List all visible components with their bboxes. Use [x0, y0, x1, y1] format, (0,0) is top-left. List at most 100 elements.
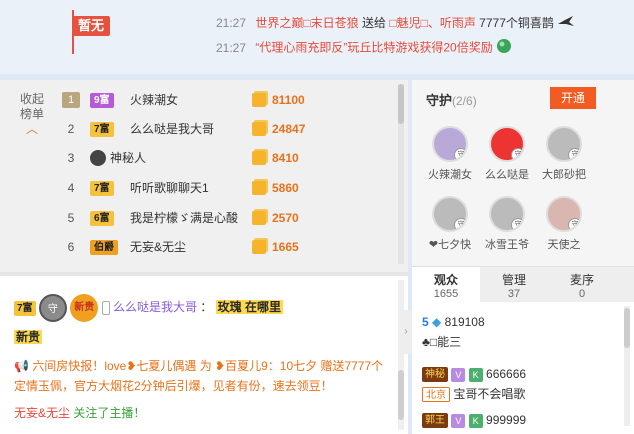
guard-member[interactable]: 守 天使之: [536, 186, 592, 252]
guard-member-name: 大郎砂把: [542, 169, 586, 181]
rank-row[interactable]: 1 9富 火辣潮女 81100: [62, 88, 392, 112]
coin-icon: [252, 151, 266, 165]
k-badge-icon: K: [468, 367, 483, 382]
guard-member[interactable]: 守 ❤七夕快: [422, 186, 478, 252]
chat-user-name[interactable]: 么么哒是我大哥: [113, 300, 197, 314]
rank-score: 8410: [272, 151, 299, 165]
phone-icon: [101, 301, 110, 315]
rank-user-name[interactable]: 听听歌聊聊天1: [130, 176, 209, 200]
chevron-right-icon[interactable]: ›: [400, 310, 412, 354]
guard-title-label: 守护: [426, 93, 453, 108]
audience-row[interactable]: 5 ◆ 819108: [422, 312, 485, 332]
guard-member-name: ❤七夕快: [428, 239, 472, 251]
right-panel: 守护(2/6) 开通 守 火辣潮女 守 么么哒是 守 大郎砂把 守 ❤七夕快 守…: [412, 80, 634, 434]
rank-row[interactable]: 4 7富 听听歌聊聊天1 5860: [62, 176, 392, 200]
receiver-name[interactable]: □魅児□、听雨声: [389, 16, 476, 30]
game-broadcast-text[interactable]: “代理心雨充即反”玩丘比特游戏获得20倍奖励: [255, 41, 492, 55]
rank-number: 2: [67, 122, 75, 136]
wealth-badge: 6富: [90, 211, 114, 226]
rank-row[interactable]: 3 神秘人 8410: [62, 146, 392, 170]
guard-member[interactable]: 守 么么哒是: [479, 116, 535, 182]
audience-row[interactable]: 神秘 V K 666666: [422, 364, 526, 384]
avatar: 守: [546, 196, 582, 232]
tab-count: 37: [507, 288, 521, 300]
noble-badge: 神秘: [422, 367, 448, 383]
rank-score: 81100: [272, 93, 305, 107]
audience-tabs: 观众 1655 管理 37 麦序 0: [412, 266, 634, 303]
rank-score: 2570: [272, 211, 299, 225]
avatar: 守: [432, 196, 468, 232]
rank-row[interactable]: 2 7富 么么哒是我大哥 24847: [62, 117, 392, 141]
tab-count: 0: [578, 288, 586, 300]
left-panel: 收起 榜单 ︿ 1 9富 火辣潮女 81100 2 7富 么么哒是我大哥 248…: [0, 80, 408, 434]
guard-title: 守护(2/6): [426, 90, 477, 109]
rank-user-name[interactable]: 我是柠檬ゞ满是心酸: [130, 206, 238, 230]
guard-member[interactable]: 守 火辣潮女: [422, 116, 478, 182]
rank-row[interactable]: 5 6富 我是柠檬ゞ满是心酸 2570: [62, 206, 392, 230]
tab-count: 1655: [433, 288, 459, 300]
chat-message: 7富 守 新贵 么么哒是我大哥 ： 玫瑰 在哪里 新贵: [14, 294, 394, 345]
audience-row[interactable]: 北京 宝哥不会唱歌: [422, 384, 525, 404]
tab-label: 管理: [501, 273, 526, 287]
audience-name: 宝哥不会唱歌: [453, 387, 526, 401]
audience-name: ♣□能三: [422, 335, 462, 349]
mystery-user-icon: [90, 150, 106, 166]
sender-name[interactable]: 世界之巅□末日苍狼: [255, 16, 358, 30]
guard-member-name: 火辣潮女: [428, 169, 472, 181]
collapse-label-2: 榜单: [19, 107, 44, 121]
gift-broadcast-banner: 暂无 21:27 世界之巅□末日苍狼 送给 □魅児□、听雨声 7777个铜喜鹊 …: [0, 0, 634, 74]
rank-score: 5860: [272, 181, 299, 195]
system-notice: 📢 六间房快报！love❥七夏儿偶遇 为 ❥百夏儿9：10七夕 赠送7777个定…: [14, 356, 394, 396]
audience-scrollbar[interactable]: [624, 306, 630, 426]
coin-icon: [252, 181, 266, 195]
rank-user-name[interactable]: 神秘人: [110, 146, 146, 170]
rank-row[interactable]: 6 伯爵 无妄&无尘 1665: [62, 235, 392, 259]
chat-user-name[interactable]: 无妄&无尘: [14, 406, 70, 420]
megaphone-icon: 📢: [14, 359, 29, 373]
guard-shield-icon: 守: [454, 148, 466, 160]
noble-badge: 郭王: [422, 413, 448, 429]
avatar: 守: [546, 126, 582, 162]
audience-name: 666666: [486, 367, 527, 381]
wealth-badge: 9富: [90, 93, 114, 108]
rank-number: 6: [67, 240, 75, 254]
flag-badge: 暂无: [72, 16, 111, 36]
coin-icon: [252, 122, 266, 136]
timestamp: 21:27: [216, 16, 247, 30]
audience-row[interactable]: 郭王 V K 999999: [422, 410, 526, 430]
scroll-thumb[interactable]: [398, 84, 404, 124]
rank-user-name[interactable]: 么么哒是我大哥: [130, 117, 214, 141]
tab-mic-queue[interactable]: 麦序 0: [548, 267, 616, 303]
guard-member[interactable]: 守 大郎砂把: [536, 116, 592, 182]
audience-row[interactable]: ♣□能三: [422, 332, 461, 352]
audience-name: 999999: [486, 413, 527, 427]
wealth-badge: 7富: [90, 122, 114, 137]
scroll-thumb[interactable]: [398, 370, 404, 420]
noble-badge: 伯爵: [90, 240, 118, 255]
new-noble-icon: 新贵: [70, 294, 99, 322]
gift-text: 7777个铜喜鹊: [479, 16, 554, 30]
guard-member[interactable]: 守 冰雪王爷: [479, 186, 535, 252]
open-guard-button[interactable]: 开通: [550, 87, 596, 109]
tab-admins[interactable]: 管理 37: [480, 267, 548, 303]
avatar: 守: [432, 126, 468, 162]
coin-icon: [252, 93, 266, 107]
guard-member-name: 冰雪王爷: [485, 239, 529, 251]
guard-count: (2/6): [452, 94, 477, 108]
diamond-icon: ◆: [432, 315, 442, 329]
scroll-thumb[interactable]: [624, 308, 630, 348]
rank-number: 1: [62, 92, 80, 108]
guard-shield-icon: 守: [454, 218, 466, 230]
guard-header: 守护(2/6) 开通: [412, 80, 634, 116]
chat-message: 无妄&无尘 关注了主播！: [14, 404, 394, 421]
guard-shield-icon: 守: [38, 294, 67, 322]
chat-scrollbar[interactable]: [398, 280, 404, 430]
rank-user-name[interactable]: 火辣潮女: [130, 88, 178, 112]
collapse-rank-button[interactable]: 收起 榜单 ︿: [12, 92, 52, 137]
rank-user-name[interactable]: 无妄&无尘: [130, 235, 186, 259]
rank-scrollbar[interactable]: [398, 84, 404, 264]
audience-name: 819108: [444, 315, 485, 329]
avatar: 守: [489, 196, 525, 232]
verb-text: 送给: [361, 16, 386, 30]
tab-audience[interactable]: 观众 1655: [412, 267, 480, 303]
